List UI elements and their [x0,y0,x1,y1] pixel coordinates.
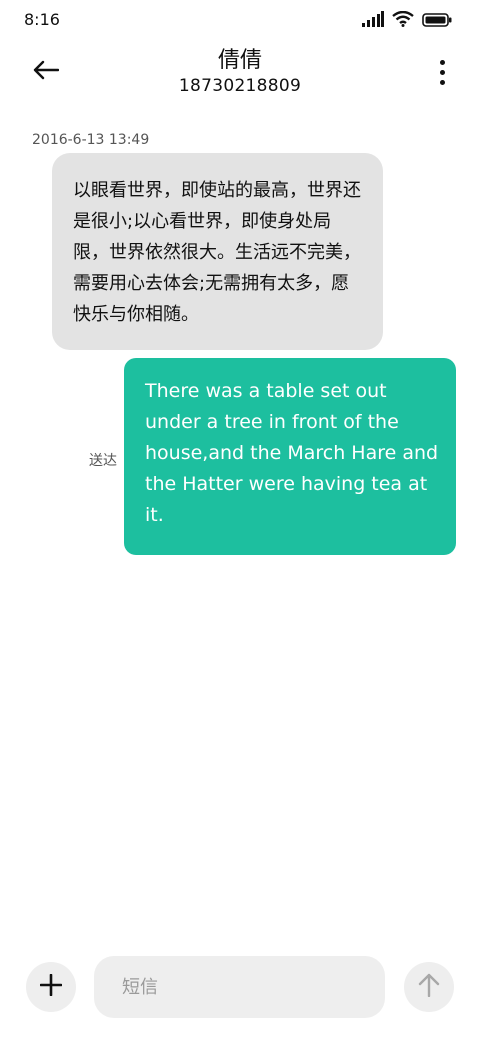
incoming-message-text: 以眼看世界，即使站的最高，世界还是很小;以心看世界，即使身处局限，世界依然很大。… [73,180,361,325]
signal-icon [362,11,384,31]
outgoing-message-text: There was a table set out under a tree i… [145,380,439,526]
outgoing-message-bubble[interactable]: There was a table set out under a tree i… [124,358,456,555]
contact-number: 18730218809 [178,76,302,96]
more-vertical-icon [439,59,445,65]
conversation-header: 倩倩 18730218809 [0,40,480,110]
arrow-up-icon [418,973,440,1001]
status-icons [362,10,452,31]
status-time: 8:16 [24,10,60,29]
composer-bar [0,950,480,1030]
wifi-icon [392,10,414,31]
battery-icon [422,12,452,31]
contact-name: 倩倩 [217,48,262,73]
plus-icon [39,973,63,1000]
status-bar: 8:16 [0,0,480,40]
send-button[interactable] [404,962,454,1012]
incoming-message-bubble[interactable]: 以眼看世界，即使站的最高，世界还是很小;以心看世界，即使身处局限，世界依然很大。… [52,153,383,350]
delivery-status: 送达 [89,453,117,469]
add-attachment-button[interactable] [26,962,76,1012]
sms-input[interactable] [94,956,385,1018]
more-options-button[interactable] [430,52,454,92]
message-timestamp: 2016-6-13 13:49 [32,132,150,148]
